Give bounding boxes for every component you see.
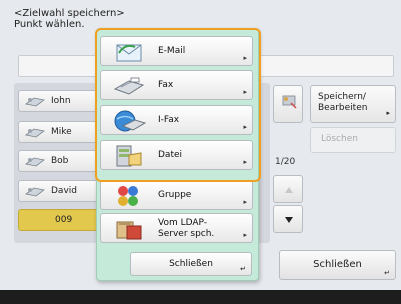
submenu-arrow-icon: ▸ xyxy=(243,88,247,96)
address-label: Iohn xyxy=(51,96,71,106)
file-server-icon xyxy=(116,145,142,167)
screen-title: <Zielwahl speichern> xyxy=(14,8,125,19)
address-entry-icon xyxy=(25,157,45,167)
close-button[interactable]: Schließen ↵ xyxy=(279,250,396,280)
store-edit-button[interactable]: Speichern/ Bearbeiten ▸ xyxy=(310,85,396,123)
ldap-server-icon xyxy=(116,221,142,240)
email-icon xyxy=(116,44,142,62)
address-detail-button[interactable] xyxy=(273,85,303,123)
address-entry-icon xyxy=(25,97,45,107)
fax-icon xyxy=(113,77,145,95)
address-item[interactable]: Mike xyxy=(18,121,106,143)
header: <Zielwahl speichern> Punkt wählen. xyxy=(14,8,125,30)
ifax-icon xyxy=(114,110,147,132)
delete-button[interactable]: Löschen xyxy=(310,127,396,153)
scroll-up-button[interactable] xyxy=(273,175,303,203)
popup-close-label: Schließen xyxy=(169,259,213,269)
submenu-arrow-icon: ▸ xyxy=(243,158,247,166)
arrow-up-icon xyxy=(285,187,293,193)
menu-item-label: Gruppe xyxy=(158,190,192,200)
menu-item-ifax[interactable]: I-Fax ▸ xyxy=(100,105,253,135)
address-item[interactable]: Iohn xyxy=(18,90,106,112)
address-label: 009 xyxy=(55,215,73,225)
submenu-arrow-icon: ▸ xyxy=(243,54,247,62)
menu-item-fax[interactable]: Fax ▸ xyxy=(100,70,253,100)
store-edit-label-line1: Speichern/ xyxy=(318,92,366,102)
submenu-arrow-icon: ▸ xyxy=(386,109,390,117)
arrow-down-icon xyxy=(285,217,293,223)
submenu-arrow-icon: ▸ xyxy=(243,123,247,131)
screen: <Zielwahl speichern> Punkt wählen. Iohn … xyxy=(0,0,401,304)
enter-arrow-icon: ↵ xyxy=(240,265,246,273)
address-item[interactable]: David xyxy=(18,180,106,202)
address-detail-icon xyxy=(282,95,297,109)
scroll-down-button[interactable] xyxy=(273,205,303,233)
address-entry-icon xyxy=(25,187,45,197)
menu-item-file[interactable]: Datei ▸ xyxy=(100,140,253,170)
status-bar xyxy=(0,290,401,304)
submenu-arrow-icon: ▸ xyxy=(243,231,247,239)
store-edit-label-line2: Bearbeiten xyxy=(318,103,368,113)
close-label: Schließen xyxy=(313,259,362,270)
address-entry-icon xyxy=(25,128,45,138)
menu-item-label: I-Fax xyxy=(158,115,180,125)
group-icon xyxy=(118,186,138,206)
menu-item-label: E-Mail xyxy=(158,46,186,56)
menu-item-label: Vom LDAP- Server spch. xyxy=(158,218,214,240)
menu-item-label: Datei xyxy=(158,150,183,160)
menu-item-label-line2: Server spch. xyxy=(158,229,215,239)
submenu-arrow-icon: ▸ xyxy=(243,198,247,206)
page-indicator: 1/20 xyxy=(275,157,296,167)
address-label: Mike xyxy=(51,127,72,137)
address-label: David xyxy=(51,186,77,196)
address-label: Bob xyxy=(51,156,69,166)
menu-item-label-line1: Vom LDAP- xyxy=(158,218,208,228)
popup-close-button[interactable]: Schließen ↵ xyxy=(130,252,252,276)
menu-item-email[interactable]: E-Mail ▸ xyxy=(100,36,253,66)
menu-item-label: Fax xyxy=(158,80,174,90)
delete-label: Löschen xyxy=(321,134,358,144)
address-item[interactable]: Bob xyxy=(18,150,106,172)
enter-arrow-icon: ↵ xyxy=(384,269,390,277)
menu-item-group[interactable]: Gruppe ▸ xyxy=(100,180,253,210)
address-item-selected[interactable]: 009 xyxy=(18,209,106,231)
menu-item-ldap[interactable]: Vom LDAP- Server spch. ▸ xyxy=(100,213,253,243)
